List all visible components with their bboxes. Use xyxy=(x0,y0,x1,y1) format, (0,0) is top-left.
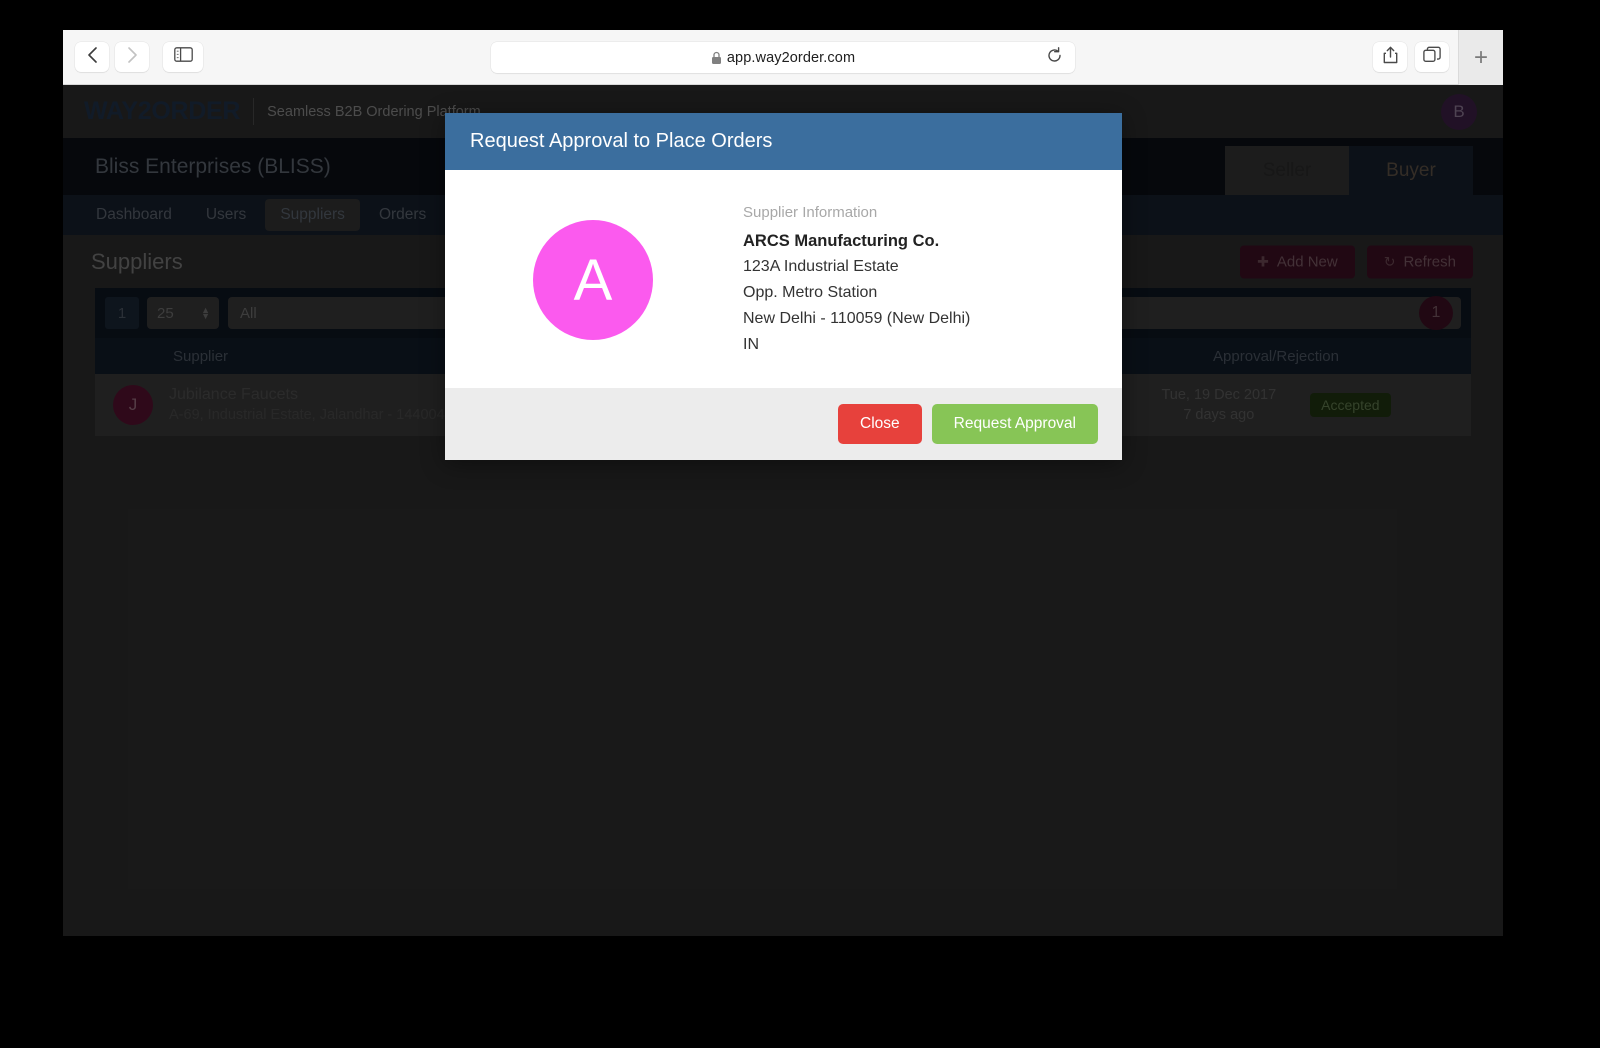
address-line-4: IN xyxy=(743,336,759,353)
sidebar-toggle-icon xyxy=(173,47,193,67)
tabs-overview-icon xyxy=(1423,46,1441,68)
browser-nav-group xyxy=(75,42,209,72)
chevron-right-icon xyxy=(127,46,138,68)
url-bar[interactable]: app.way2order.com xyxy=(491,42,1075,73)
plus-icon: + xyxy=(1473,43,1488,71)
address-line-2: Opp. Metro Station xyxy=(743,284,878,301)
reload-icon xyxy=(1046,46,1063,69)
request-approval-modal: Request Approval to Place Orders A Suppl… xyxy=(445,113,1122,460)
close-button[interactable]: Close xyxy=(838,404,922,444)
chevron-left-icon xyxy=(87,46,98,68)
address-line-1: 123A Industrial Estate xyxy=(743,258,899,275)
reload-button[interactable] xyxy=(1043,46,1065,69)
url-text: app.way2order.com xyxy=(726,49,856,66)
modal-title: Request Approval to Place Orders xyxy=(470,130,773,152)
modal-body: A Supplier Information ARCS Manufacturin… xyxy=(445,170,1122,388)
tabs-overview-button[interactable] xyxy=(1415,42,1449,72)
share-button[interactable] xyxy=(1373,42,1407,72)
browser-toolbar: app.way2order.com + xyxy=(63,30,1503,85)
back-button[interactable] xyxy=(75,42,109,72)
sidebar-toggle-button[interactable] xyxy=(163,42,203,72)
tablet-device-frame: app.way2order.com + WAY2ORDER Seamless B… xyxy=(63,30,1503,936)
modal-footer: Close Request Approval xyxy=(445,388,1122,460)
request-approval-button[interactable]: Request Approval xyxy=(931,404,1098,444)
supplier-information-label: Supplier Information xyxy=(743,204,878,221)
forward-button[interactable] xyxy=(115,42,149,72)
modal-header: Request Approval to Place Orders xyxy=(445,113,1122,170)
new-tab-button[interactable]: + xyxy=(1458,30,1503,85)
share-icon xyxy=(1383,46,1398,69)
supplier-name: ARCS Manufacturing Co. xyxy=(743,232,940,250)
browser-right-actions xyxy=(1365,42,1449,72)
address-line-3: New Delhi - 110059 (New Delhi) xyxy=(743,310,971,327)
lock-icon xyxy=(711,51,722,65)
supplier-avatar: A xyxy=(533,220,653,340)
supplier-information: Supplier Information ARCS Manufacturing … xyxy=(743,204,970,358)
